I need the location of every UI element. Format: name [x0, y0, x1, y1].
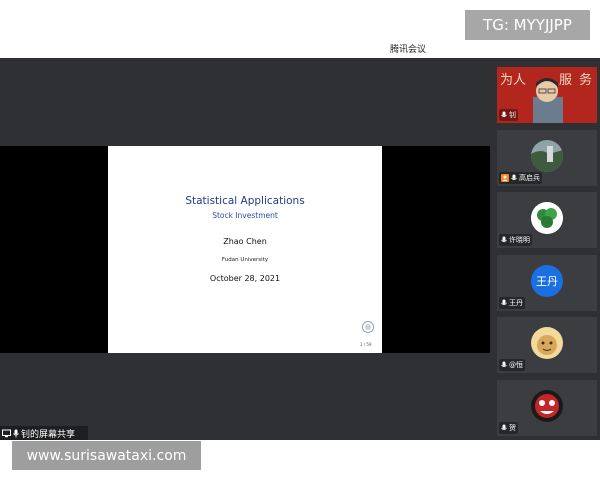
participant-name-tag: 高启兵: [499, 172, 542, 184]
slide-author: Zhao Chen: [223, 237, 267, 246]
svg-text:服: 服: [559, 73, 572, 88]
microphone-icon: [501, 299, 507, 306]
microphone-icon: [501, 111, 507, 118]
slide-subtitle: Stock Investment: [212, 211, 278, 220]
screen-share-label[interactable]: 钊的屏幕共享: [0, 426, 88, 440]
screen-share-stage: Statistical Applications Stock Investmen…: [0, 146, 490, 353]
microphone-icon: [501, 236, 507, 243]
avatar: [531, 140, 563, 172]
participant-name: 王丹: [509, 299, 523, 307]
participant-name: 高启兵: [519, 174, 540, 182]
watermark-bottom: www.surisawataxi.com: [12, 441, 201, 470]
participant-tile[interactable]: 高启兵: [497, 130, 597, 186]
avatar: [531, 390, 563, 422]
slide-title: Statistical Applications: [185, 195, 305, 207]
participant-name: 许晓明: [509, 236, 530, 244]
microphone-icon: [511, 174, 517, 181]
participant-tile[interactable]: 许晓明: [497, 192, 597, 248]
participant-tile[interactable]: @恒: [497, 317, 597, 373]
avatar: [531, 202, 563, 234]
hand-raise-icon: [501, 174, 509, 182]
slide-date: October 28, 2021: [209, 274, 281, 283]
app-title: 腾讯会议: [390, 45, 427, 55]
screen-share-icon: [2, 429, 11, 437]
svg-text:务: 务: [579, 72, 592, 88]
avatar: 王丹: [531, 265, 563, 297]
microphone-icon: [13, 429, 19, 437]
participant-name: 贺: [509, 424, 516, 432]
participant-name-tag: 王丹: [499, 297, 525, 309]
university-logo-icon: [362, 321, 374, 333]
microphone-icon: [501, 424, 507, 431]
participant-name-tag: @恒: [499, 359, 525, 371]
participant-tile[interactable]: 贺: [497, 380, 597, 436]
title-bar: 腾讯会议: [0, 40, 600, 58]
avatar: [531, 327, 563, 359]
participant-name-tag: 钊: [499, 109, 518, 121]
participant-name-tag: 许晓明: [499, 234, 532, 246]
participant-name: @恒: [509, 361, 523, 369]
svg-text:为人: 为人: [500, 73, 526, 88]
participant-tile[interactable]: 王丹 王丹: [497, 255, 597, 311]
screen-share-owner: 钊的屏幕共享: [21, 429, 76, 440]
participant-name-tag: 贺: [499, 422, 518, 434]
participant-name: 钊: [509, 111, 516, 119]
slide-institution: Fudan University: [221, 257, 269, 263]
microphone-icon: [501, 361, 507, 368]
participant-tile-host[interactable]: 为人 服 务 钊: [497, 67, 597, 123]
watermark-top: TG: MYYJJPP: [465, 10, 590, 40]
shared-slide: Statistical Applications Stock Investmen…: [108, 146, 382, 353]
slide-page-number: 1 / 59: [360, 342, 372, 347]
